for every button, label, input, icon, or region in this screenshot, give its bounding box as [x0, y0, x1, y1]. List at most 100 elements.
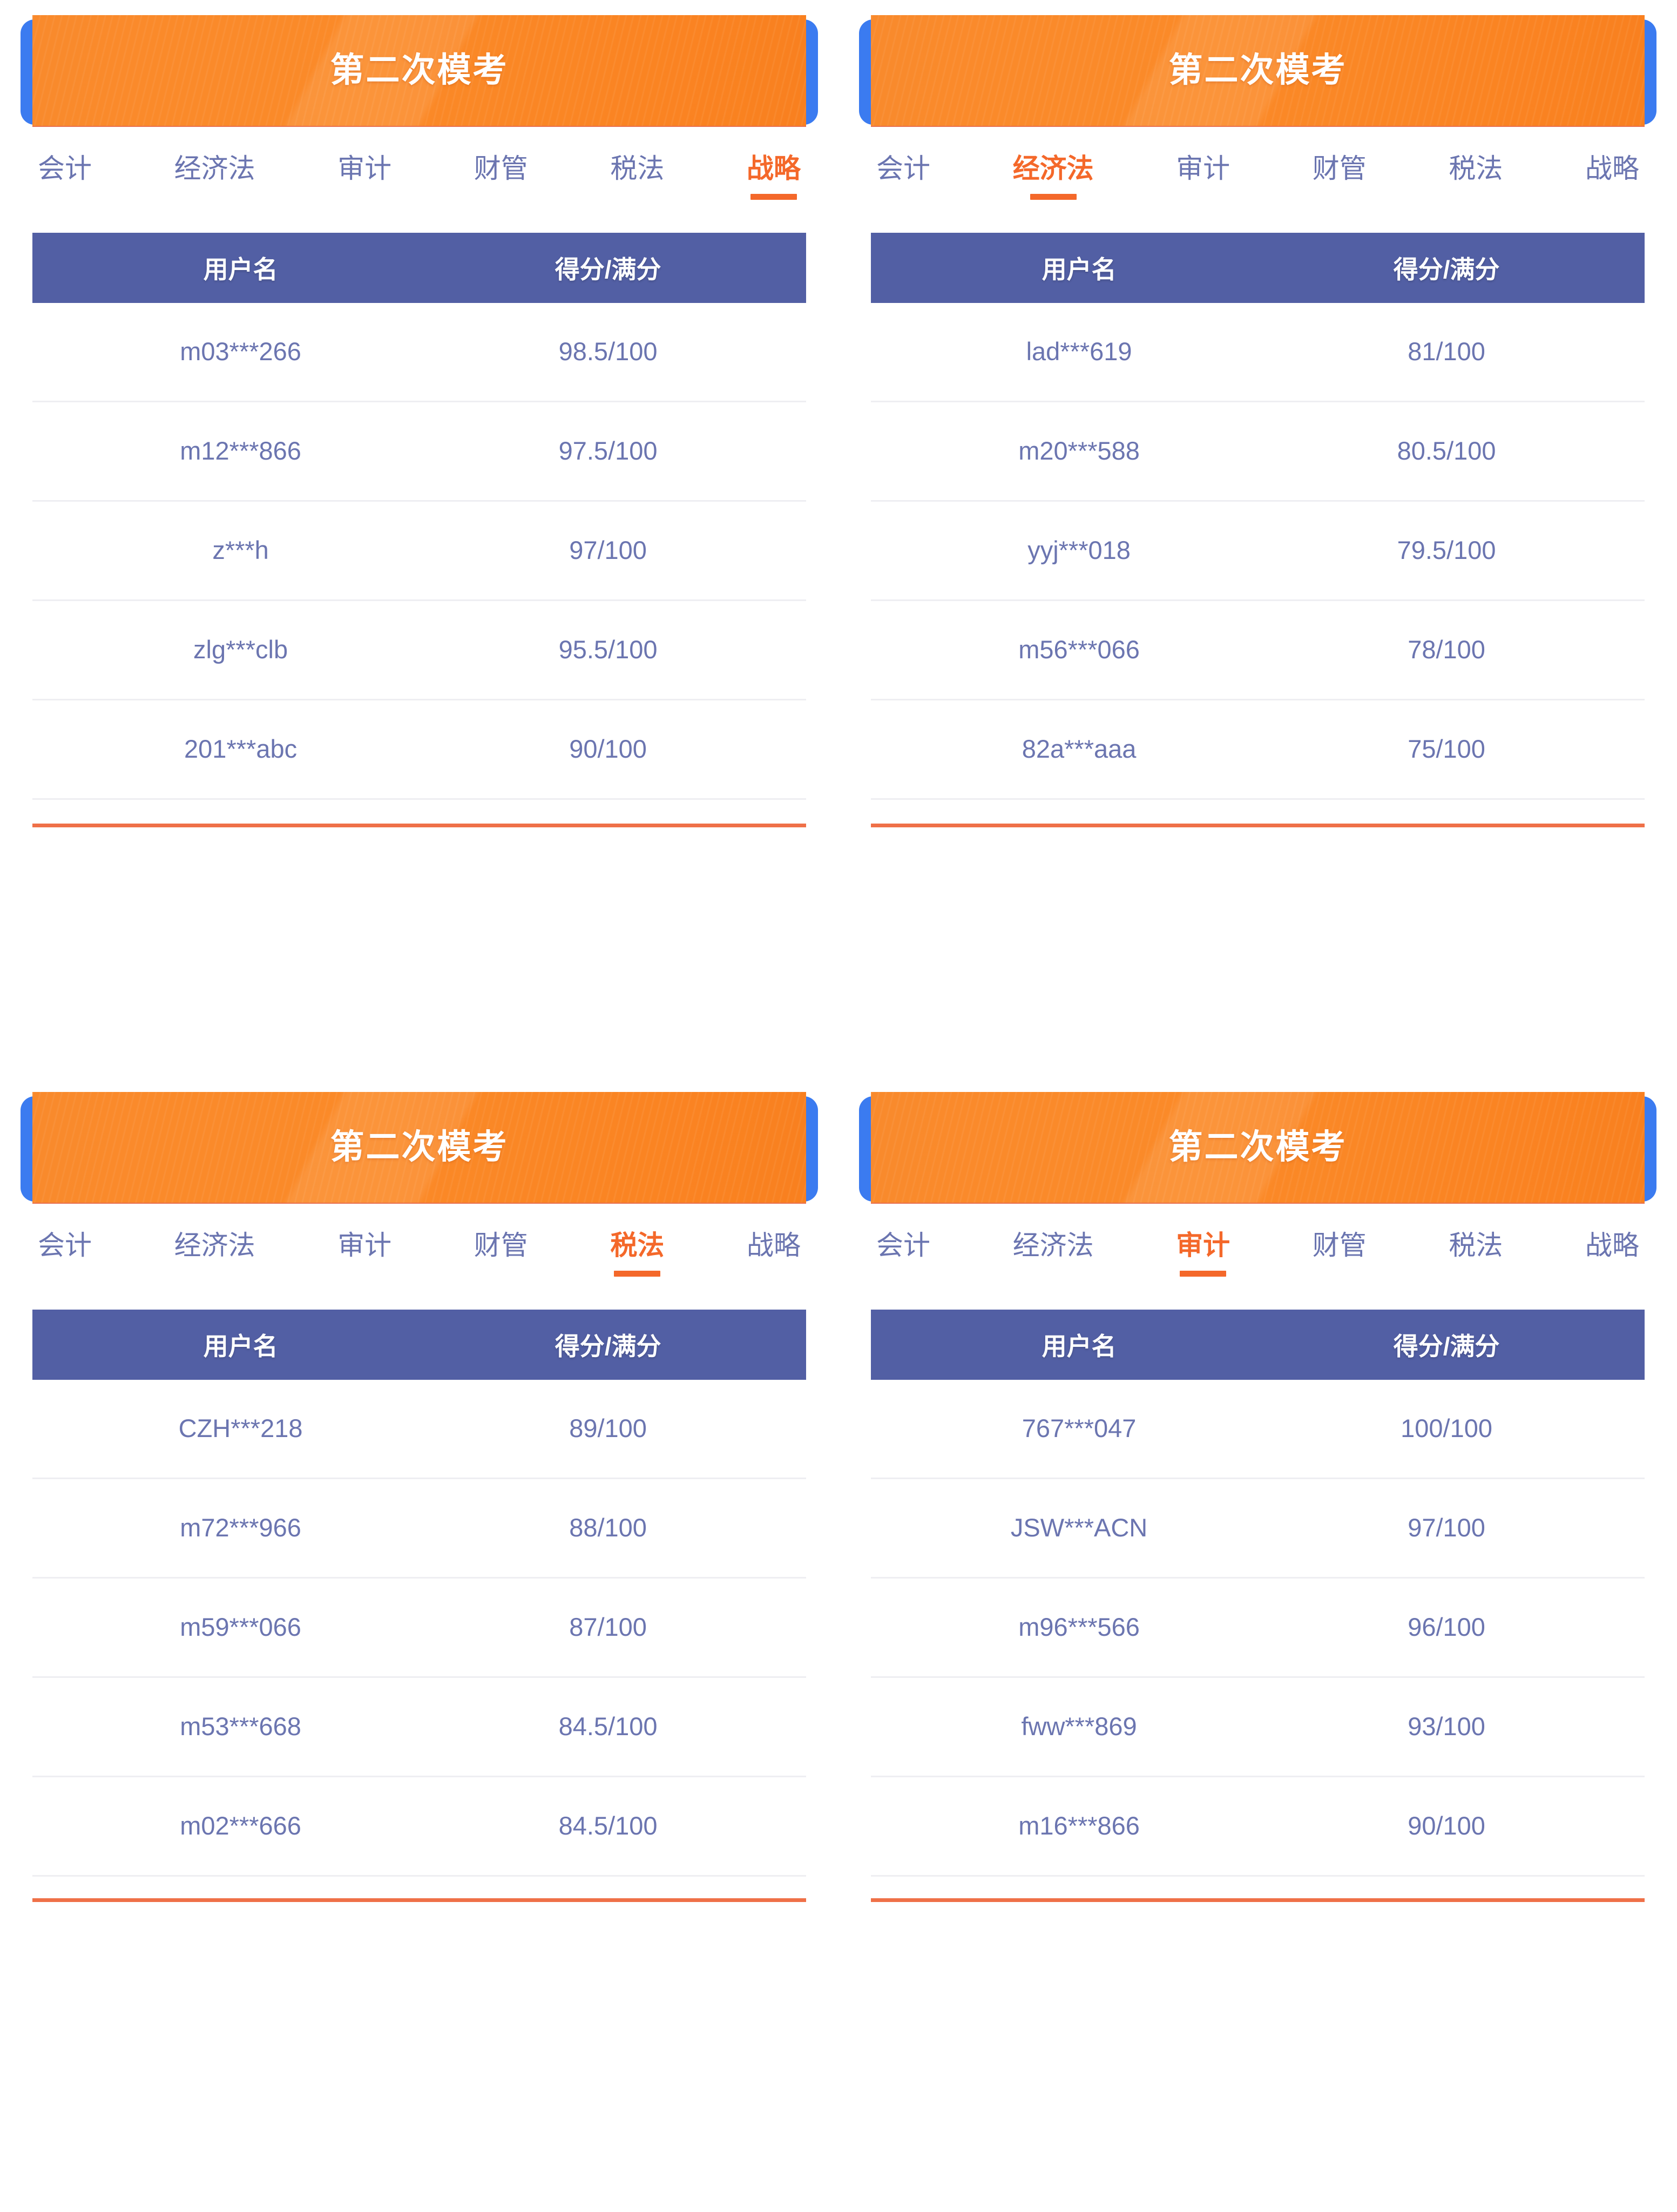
cell-score: 96/100: [1408, 1613, 1485, 1642]
tab-4[interactable]: 财管: [474, 154, 528, 184]
panel-inner: 第二次模考会计 经济法 审计 财管 税法 战略用户名 得分/满分 m03***266 98.5/…: [0, 15, 838, 1077]
tab-active-underline: [1030, 194, 1077, 200]
tab-3[interactable]: 审计: [1176, 1231, 1230, 1277]
tab-label: 经济法: [174, 153, 255, 184]
tab-label: 战略: [1585, 1230, 1639, 1260]
score-table: 用户名 得分/满分 lad***619 81/100 m20***588 80.5/100…: [871, 233, 1645, 800]
table-row: zlg***clb 95.5/100: [32, 601, 806, 700]
tab-4[interactable]: 财管: [1313, 154, 1367, 184]
tab-1[interactable]: 会计: [38, 154, 92, 184]
table-row: m20***588 80.5/100: [871, 402, 1645, 502]
tab-label: 审计: [1176, 1230, 1230, 1260]
table-row: m59***066 87/100: [32, 1579, 806, 1678]
tab-label: 会计: [876, 1230, 930, 1260]
tab-label: 经济法: [174, 1230, 255, 1260]
tab-6[interactable]: 战略: [1585, 1231, 1639, 1260]
tab-4[interactable]: 财管: [474, 1231, 528, 1260]
tab-label: 经济法: [1012, 153, 1094, 184]
tab-2[interactable]: 经济法: [174, 1231, 255, 1260]
exam-banner: 第二次模考: [859, 15, 1656, 126]
cell-score: 100/100: [1401, 1414, 1493, 1443]
cell-username: m56***066: [1018, 635, 1140, 664]
tab-6[interactable]: 战略: [747, 1231, 801, 1260]
tab-label: 财管: [1312, 153, 1367, 184]
tab-3[interactable]: 审计: [1176, 154, 1230, 184]
banner-title: 第二次模考: [330, 1128, 509, 1166]
card-bottom-rule: [871, 1898, 1645, 1902]
tab-1[interactable]: 会计: [876, 154, 930, 184]
tab-6[interactable]: 战略: [1585, 154, 1639, 184]
banner-title: 第二次模考: [330, 51, 509, 89]
cell-score: 84.5/100: [558, 1712, 658, 1741]
tab-1[interactable]: 会计: [38, 1231, 92, 1260]
subject-tabs: 会计 经济法 审计 财管 税法 战略: [32, 154, 806, 218]
cell-score: 97/100: [569, 536, 647, 565]
cell-username: 767***047: [1022, 1414, 1137, 1443]
tab-5[interactable]: 税法: [1449, 154, 1503, 184]
table-row: m53***668 84.5/100: [32, 1678, 806, 1777]
cell-score: 79.5/100: [1397, 536, 1496, 565]
cell-username: m72***966: [180, 1513, 301, 1542]
column-header-username: 用户名: [1042, 1332, 1117, 1360]
tab-6[interactable]: 战略: [747, 154, 801, 200]
banner-surface: 第二次模考: [32, 15, 806, 126]
table-row: m03***266 98.5/100: [32, 303, 806, 402]
column-header-score: 得分/满分: [1393, 255, 1500, 284]
tab-3[interactable]: 审计: [337, 1231, 391, 1260]
tab-label: 审计: [1176, 153, 1230, 184]
tab-4[interactable]: 财管: [1313, 1231, 1367, 1260]
subject-tabs: 会计 经济法 审计 财管 税法 战略: [871, 154, 1645, 218]
tab-2[interactable]: 经济法: [1013, 154, 1094, 200]
tab-label: 审计: [337, 153, 392, 184]
exam-banner: 第二次模考: [21, 15, 818, 126]
cell-username: fww***869: [1021, 1712, 1137, 1741]
panel-inner: 第二次模考会计 经济法 审计 财管 税法 战略用户名 得分/满分 767***047 100/1…: [838, 1092, 1677, 2212]
banner-title: 第二次模考: [1168, 51, 1347, 89]
tab-label: 税法: [1449, 153, 1503, 184]
subject-tabs: 会计 经济法 审计 财管 税法 战略: [32, 1231, 806, 1294]
tab-5[interactable]: 税法: [610, 154, 664, 184]
exam-panel: 第二次模考会计 经济法 审计 财管 税法 战略用户名 得分/满分 m03***266 98.5/…: [0, 0, 838, 1077]
tab-label: 战略: [1585, 153, 1639, 184]
table-row: m02***666 84.5/100: [32, 1777, 806, 1877]
banner-surface: 第二次模考: [871, 15, 1645, 126]
tab-2[interactable]: 经济法: [174, 154, 255, 184]
table-header-row: 用户名 得分/满分: [32, 1310, 806, 1380]
cell-username: m59***066: [180, 1613, 301, 1642]
cell-username: 82a***aaa: [1022, 734, 1137, 764]
cell-score: 89/100: [569, 1414, 647, 1443]
banner-surface: 第二次模考: [871, 1092, 1645, 1203]
cell-username: lad***619: [1026, 337, 1132, 366]
tab-label: 战略: [746, 153, 801, 184]
banner-surface: 第二次模考: [32, 1092, 806, 1203]
cell-username: JSW***ACN: [1010, 1513, 1148, 1542]
column-header-username: 用户名: [1042, 255, 1117, 284]
cell-username: m02***666: [180, 1811, 301, 1840]
exam-banner: 第二次模考: [21, 1092, 818, 1203]
tab-label: 税法: [610, 1230, 665, 1260]
panel-grid: 第二次模考 会计 经济法 审计 财管 税法 战略 用户名 得分/满分 m03***266 98.5/…: [0, 0, 1677, 2212]
table-header-row: 用户名 得分/满分: [871, 233, 1645, 303]
subject-tabs: 会计 经济法 审计 财管 税法 战略: [871, 1231, 1645, 1294]
column-header-score: 得分/满分: [1393, 1332, 1500, 1360]
table-row: m12***866 97.5/100: [32, 402, 806, 502]
cell-username: m53***668: [180, 1712, 301, 1741]
tab-active-underline: [1180, 1271, 1227, 1277]
cell-score: 88/100: [569, 1513, 647, 1542]
tab-3[interactable]: 审计: [337, 154, 391, 184]
cell-score: 81/100: [1408, 337, 1485, 366]
table-header-row: 用户名 得分/满分: [32, 233, 806, 303]
cell-score: 87/100: [569, 1613, 647, 1642]
table-row: z***h 97/100: [32, 502, 806, 601]
tab-5[interactable]: 税法: [610, 1231, 664, 1277]
tab-2[interactable]: 经济法: [1013, 1231, 1094, 1260]
panel-inner: 第二次模考 会计 经济法 审计 财管 税法 战略 用户名 得分/满分 CZH***218 89/10…: [0, 1092, 838, 2212]
table-row: 201***abc 90/100: [32, 700, 806, 800]
cell-username: m16***866: [1018, 1811, 1140, 1840]
tab-1[interactable]: 会计: [876, 1231, 930, 1260]
tab-label: 财管: [474, 153, 528, 184]
cell-score: 90/100: [569, 734, 647, 764]
cell-score: 78/100: [1408, 635, 1485, 664]
tab-5[interactable]: 税法: [1449, 1231, 1503, 1260]
score-table: 用户名 得分/满分 767***047 100/100 JSW***ACN 97/100 m…: [871, 1310, 1645, 1877]
